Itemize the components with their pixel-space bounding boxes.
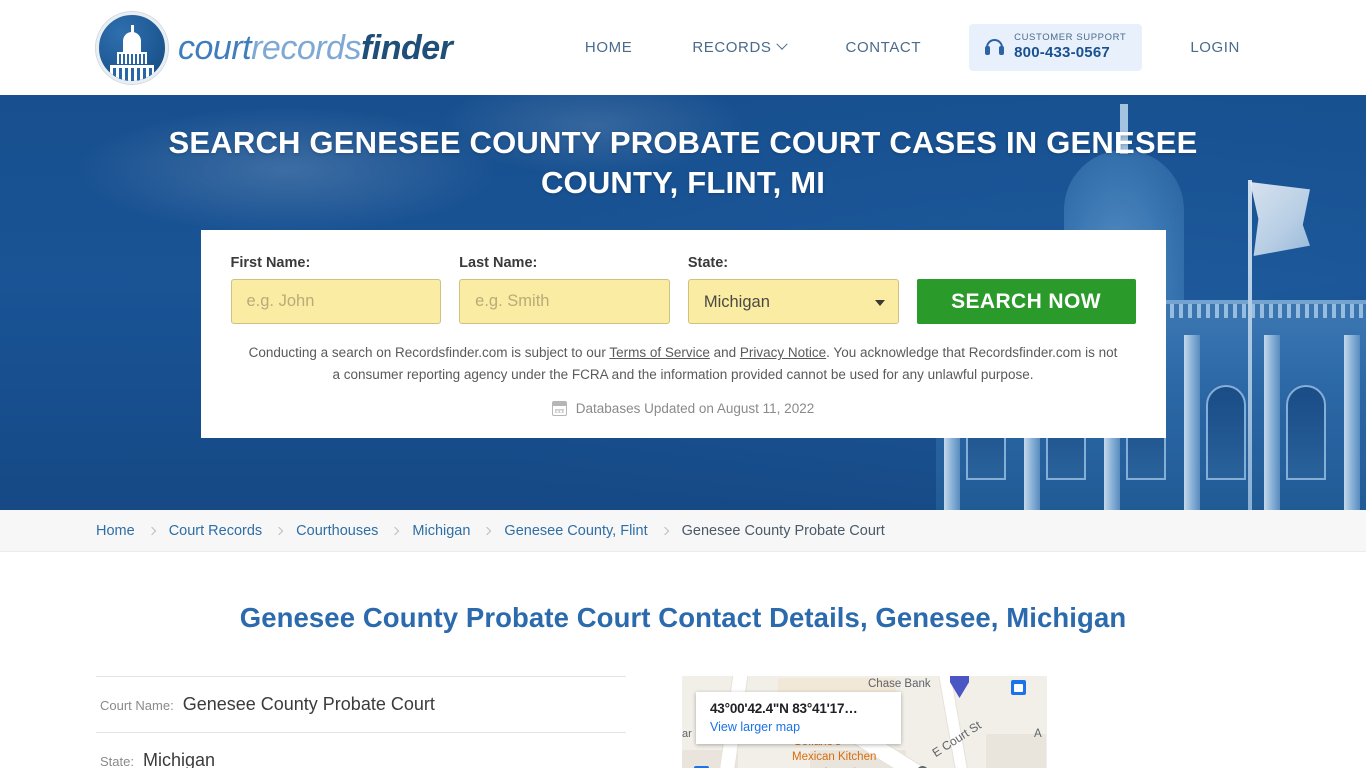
chevron-right-icon	[147, 526, 156, 535]
view-larger-map-link[interactable]: View larger map	[710, 720, 887, 734]
detail-value-state: Michigan	[142, 750, 216, 768]
breadcrumb-item-court-records[interactable]: Court Records	[169, 523, 262, 539]
location-map[interactable]: Chase Bank ar Sofiano's Mexican Kitchen …	[682, 676, 1047, 768]
page-title: Genesee County Probate Court Contact Det…	[239, 602, 1127, 633]
nav-records[interactable]: RECORDS	[662, 29, 815, 66]
nav-records-label: RECORDS	[692, 38, 772, 56]
last-name-input[interactable]	[459, 279, 670, 325]
people-search-form: First Name: Last Name: State: Michigan	[230, 255, 1136, 325]
chevron-right-icon	[660, 526, 669, 535]
state-field-group: State: Michigan	[687, 255, 899, 325]
page-hero-title: SEARCH GENESEE COUNTY PROBATE COURT CASE…	[168, 125, 1198, 200]
chevron-down-icon	[775, 38, 788, 51]
logo-text-court: court	[178, 28, 252, 67]
main-navigation: HOME RECORDS CONTACT CUSTOMER SUPPORT 80…	[555, 24, 1270, 71]
map-coordinates-text: 43°00'42.4"N 83°41'17…	[710, 701, 858, 716]
breadcrumb-list: Home Court Records Courthouses Michigan …	[96, 523, 885, 539]
nav-login-label: LOGIN	[1190, 38, 1240, 56]
support-label: CUSTOMER SUPPORT	[1014, 32, 1127, 44]
calendar-icon	[551, 401, 567, 416]
chevron-right-icon	[274, 526, 284, 535]
detail-key-state: State:	[100, 754, 134, 768]
capitol-dome-icon	[96, 11, 168, 84]
databases-updated-text: Databases Updated on August 11, 2022	[575, 401, 815, 416]
court-details-table: Court Name: Genesee County Probate Court…	[96, 676, 626, 768]
first-name-input[interactable]	[230, 279, 442, 325]
logo-text-finder: finder	[360, 28, 453, 67]
breadcrumb-item-genesee-county-flint[interactable]: Genesee County, Flint	[504, 523, 647, 539]
nav-login[interactable]: LOGIN	[1160, 29, 1270, 66]
headset-icon	[985, 38, 1005, 57]
detail-key-court-name: Court Name:	[100, 698, 174, 713]
support-phone: 800-433-0567	[1014, 44, 1110, 62]
hero-section: SEARCH GENESEE COUNTY PROBATE COURT CASE…	[0, 95, 1366, 510]
search-form-card: First Name: Last Name: State: Michigan	[200, 230, 1166, 438]
support-text: CUSTOMER SUPPORT 800-433-0567	[1014, 32, 1127, 62]
nav-contact[interactable]: CONTACT	[816, 29, 952, 66]
first-name-label: First Name:	[230, 255, 311, 272]
disclaimer-part1: Conducting a search on Recordsfinder.com…	[248, 345, 610, 361]
site-header: courtrecordsfinder HOME RECORDS CONTACT …	[0, 0, 1366, 95]
nav-contact-label: CONTACT	[845, 38, 922, 56]
search-now-button[interactable]: SEARCH NOW	[916, 279, 1136, 325]
map-coordinates-tooltip: 43°00'42.4"N 83°41'17… View larger map	[696, 692, 901, 744]
site-logo[interactable]: courtrecordsfinder	[96, 11, 453, 84]
search-disclaimer: Conducting a search on Recordsfinder.com…	[231, 342, 1136, 385]
logo-wordmark: courtrecordsfinder	[178, 28, 453, 67]
map-label-chase-bank: Chase Bank	[868, 678, 931, 690]
breadcrumb-item-current: Genesee County Probate Court	[681, 522, 885, 539]
breadcrumb-item-courthouses[interactable]: Courthouses	[296, 523, 378, 539]
state-label: State:	[687, 255, 729, 272]
last-name-label: Last Name:	[459, 255, 538, 272]
detail-value-court-name: Genesee County Probate Court	[182, 694, 435, 714]
map-label-partial-right: A	[1034, 728, 1042, 740]
state-select[interactable]: Michigan	[687, 279, 899, 325]
databases-updated-row: Databases Updated on August 11, 2022	[231, 401, 1136, 416]
map-poi-icon	[1011, 680, 1026, 695]
map-column: Chase Bank ar Sofiano's Mexican Kitchen …	[682, 676, 1270, 768]
table-row: Court Name: Genesee County Probate Court	[96, 676, 626, 732]
table-row: State: Michigan	[96, 732, 626, 768]
first-name-field-group: First Name:	[230, 255, 442, 325]
customer-support-button[interactable]: CUSTOMER SUPPORT 800-433-0567	[969, 24, 1143, 71]
chevron-right-icon	[391, 526, 400, 535]
breadcrumb: Home Court Records Courthouses Michigan …	[0, 510, 1366, 552]
nav-home[interactable]: HOME	[555, 29, 662, 66]
breadcrumb-item-home[interactable]: Home	[96, 523, 135, 539]
last-name-field-group: Last Name:	[459, 255, 670, 325]
hero-content: SEARCH GENESEE COUNTY PROBATE COURT CASE…	[0, 95, 1366, 438]
nav-home-label: HOME	[584, 38, 633, 56]
map-label-mexican-kitchen: Mexican Kitchen	[792, 751, 877, 763]
map-label-partial-left: ar	[682, 728, 692, 740]
privacy-notice-link[interactable]: Privacy Notice	[740, 345, 826, 360]
terms-of-service-link[interactable]: Terms of Service	[609, 345, 710, 360]
chevron-right-icon	[483, 526, 492, 535]
breadcrumb-item-michigan[interactable]: Michigan	[412, 523, 470, 539]
logo-text-records: records	[251, 28, 361, 67]
court-details-layout: Court Name: Genesee County Probate Court…	[96, 676, 1270, 768]
main-content: Genesee County Probate Court Contact Det…	[0, 552, 1366, 768]
disclaimer-part2: and	[709, 345, 740, 361]
